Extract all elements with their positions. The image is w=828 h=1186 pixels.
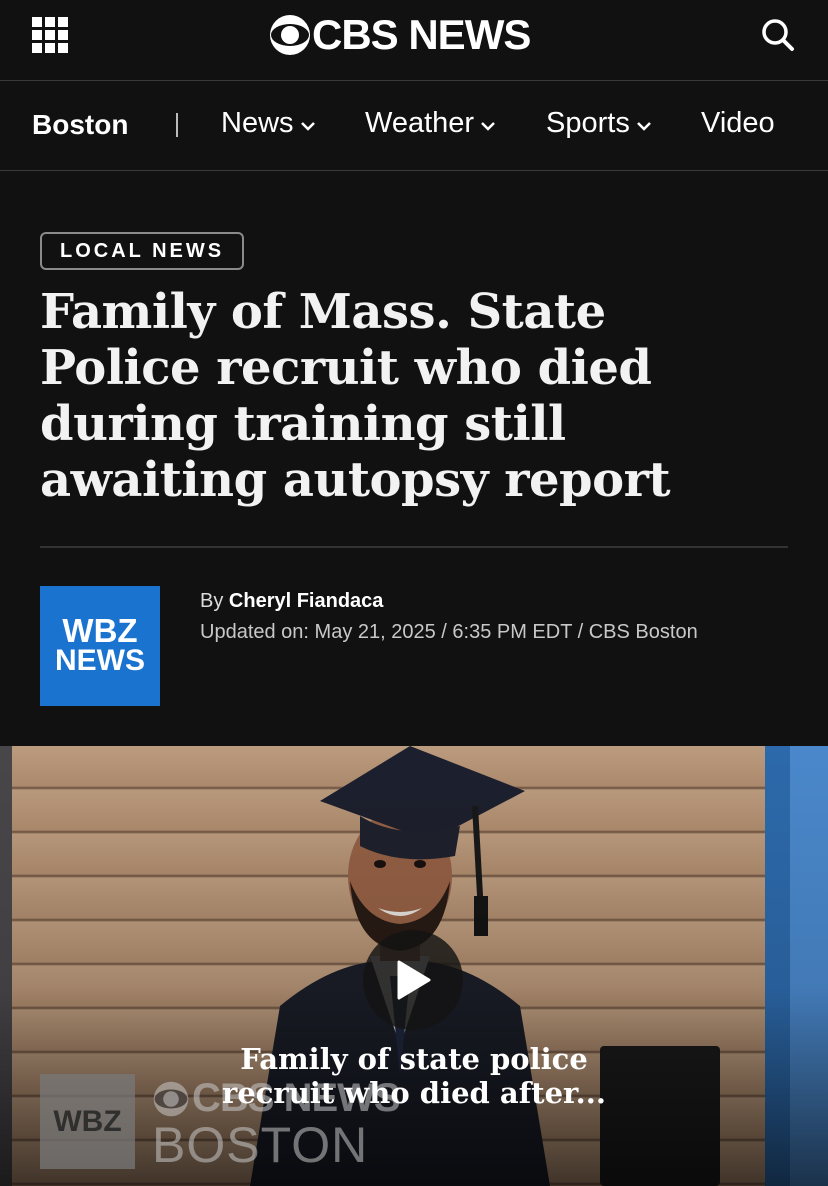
nav-item-sports[interactable]: Sports: [546, 107, 652, 140]
nav-item-label: Video: [701, 107, 775, 139]
search-icon[interactable]: [760, 17, 796, 53]
updated-timestamp: Updated on: May 21, 2025 / 6:35 PM EDT /…: [200, 621, 698, 643]
boston-watermark: BOSTON: [152, 1117, 369, 1173]
divider: [40, 546, 788, 548]
nav-item-weather[interactable]: Weather: [365, 107, 496, 140]
chevron-down-icon: [300, 121, 315, 131]
cbs-eye-icon: [153, 1081, 189, 1116]
play-button[interactable]: [363, 930, 463, 1030]
cbs-eye-icon: [270, 15, 310, 55]
wbz-news-logo: WBZ NEWS: [40, 586, 160, 706]
nav-item-video[interactable]: Video: [701, 107, 775, 140]
section-nav: Boston News Weather Sports Video: [0, 81, 828, 171]
nav-item-label: Weather: [365, 107, 475, 139]
nav-item-news[interactable]: News: [221, 107, 316, 140]
nav-item-label: News: [221, 107, 294, 139]
video-player[interactable]: WBZ CBS NEWS BOSTON Family of state poli…: [0, 746, 828, 1186]
nav-divider: [176, 113, 178, 137]
byline-prefix: By: [200, 590, 224, 612]
grid-menu-icon[interactable]: [32, 17, 68, 53]
wbz-logo-line2: NEWS: [55, 644, 145, 677]
category-badge[interactable]: LOCAL NEWS: [40, 232, 245, 270]
author-link[interactable]: Cheryl Fiandaca: [229, 590, 384, 612]
top-bar: CBS NEWS: [0, 0, 828, 81]
cbs-news-logo[interactable]: CBS NEWS: [268, 11, 531, 58]
logo-text: CBS NEWS: [312, 11, 531, 58]
byline: By Cheryl Fiandaca: [200, 590, 383, 613]
article-headline: Family of Mass. State Police recruit who…: [40, 284, 671, 508]
chevron-down-icon: [481, 121, 495, 131]
nav-item-label: Sports: [546, 107, 630, 139]
section-name[interactable]: Boston: [32, 109, 128, 141]
play-icon: [397, 960, 431, 1000]
wbz-logo-line1: WBZ: [62, 612, 138, 649]
video-caption: Family of state police recruit who died …: [222, 1042, 606, 1110]
wbz-watermark: WBZ: [40, 1074, 135, 1169]
chevron-down-icon: [636, 121, 651, 131]
